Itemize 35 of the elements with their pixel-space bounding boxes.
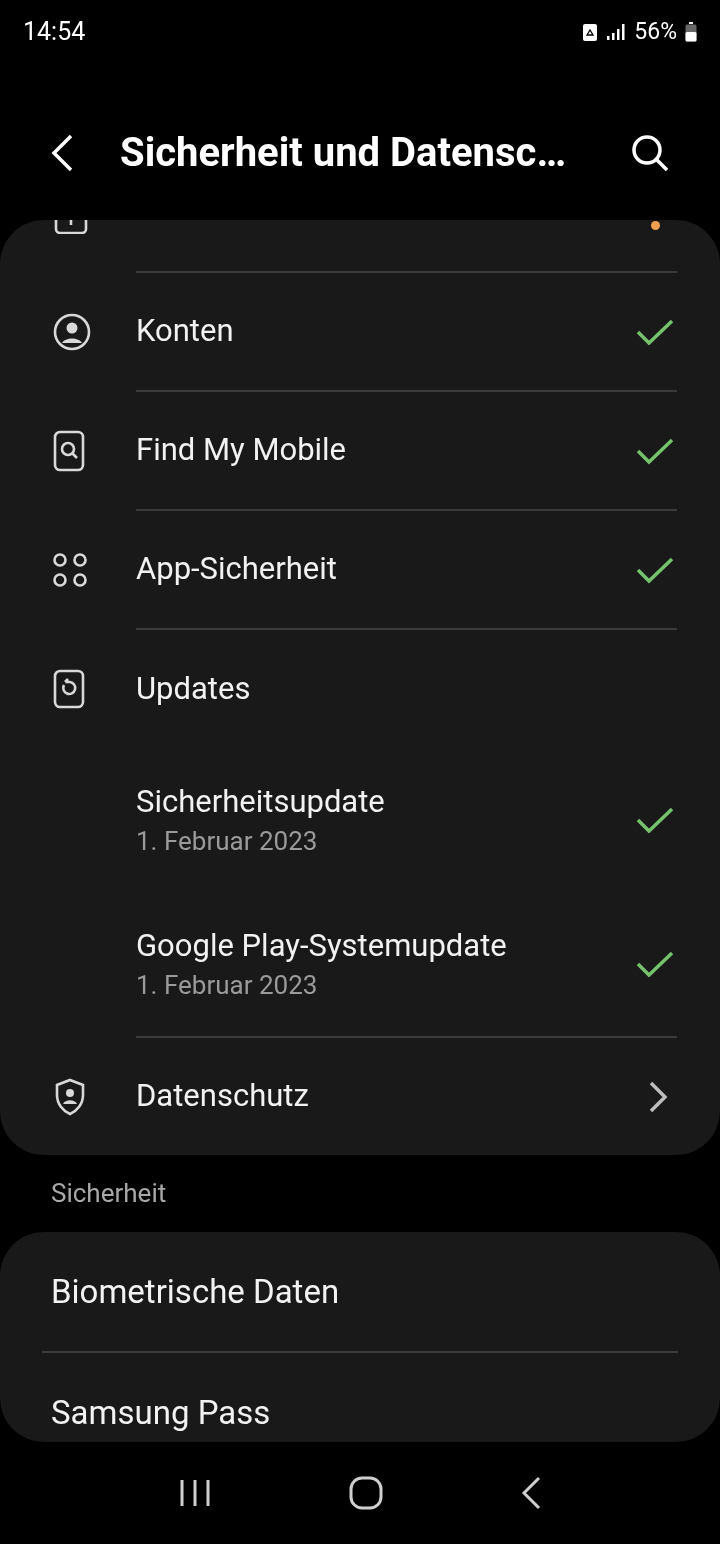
item-title: App-Sicherheit	[136, 550, 337, 588]
settings-item[interactable]: Samsung Pass	[0, 1353, 720, 1442]
settings-item[interactable]: Updates	[0, 630, 720, 748]
chevron-right-icon	[648, 1079, 668, 1114]
item-title: Konten	[136, 312, 234, 350]
section-label: Sicherheit	[51, 1177, 167, 1210]
signal-icon	[606, 23, 627, 41]
item-title: Biometrische Daten	[51, 1270, 340, 1313]
settings-item[interactable]: Google Play-Systemupdate 1. Februar 2023	[0, 892, 720, 1036]
item-title: Samsung Pass	[51, 1391, 271, 1434]
update-icon	[52, 669, 86, 709]
item-title: Datenschutz	[136, 1077, 309, 1115]
apps-grid-icon	[52, 551, 88, 588]
settings-item[interactable]: Datenschutz	[0, 1038, 720, 1155]
battery-percent: 56%	[634, 16, 677, 47]
item-title: Google Play-Systemupdate	[136, 926, 508, 966]
page-title: Sicherheit und Datensc…	[120, 128, 568, 178]
settings-item[interactable]: Biometrische Daten	[0, 1232, 720, 1351]
settings-item[interactable]: Find My Mobile	[0, 392, 720, 509]
settings-item[interactable]: Konten	[0, 273, 720, 390]
battery-icon	[685, 22, 697, 42]
battery-saver-icon	[582, 22, 599, 42]
item-title: Sicherheitsupdate	[136, 782, 386, 822]
settings-item[interactable]: App-Sicherheit	[0, 511, 720, 628]
item-date: 1. Februar 2023	[136, 969, 319, 1002]
recent-apps-button[interactable]	[178, 1478, 213, 1508]
item-date: 1. Februar 2023	[136, 825, 319, 858]
back-nav-button[interactable]	[519, 1476, 542, 1510]
account-icon	[52, 311, 92, 352]
item-title: Find My Mobile	[136, 431, 347, 469]
status-time: 14:54	[23, 16, 86, 49]
phone-search-icon	[52, 429, 86, 472]
item-title: Updates	[136, 668, 251, 709]
home-button[interactable]	[349, 1476, 383, 1510]
settings-item[interactable]: Sicherheitsupdate 1. Februar 2023	[0, 748, 720, 892]
